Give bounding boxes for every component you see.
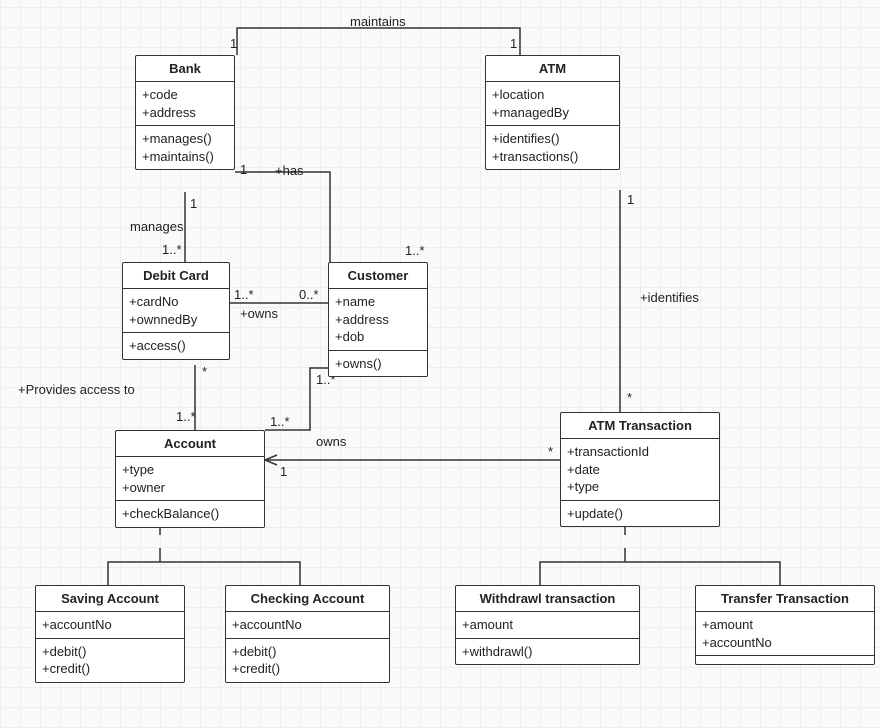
class-attr: +owner — [122, 479, 258, 497]
class-atm-transaction: ATM Transaction +transactionId +date +ty… — [560, 412, 720, 527]
class-title: Debit Card — [123, 263, 229, 289]
class-attr: +code — [142, 86, 228, 104]
class-attr: +address — [335, 311, 421, 329]
class-title: Bank — [136, 56, 234, 82]
class-attr: +amount — [462, 616, 633, 634]
class-attr: +type — [567, 478, 713, 496]
class-methods: +withdrawl() — [456, 639, 639, 665]
mult-cust-acct-bottom: 1..* — [270, 414, 290, 429]
class-attr: +managedBy — [492, 104, 613, 122]
class-attr: +ownnedBy — [129, 311, 223, 329]
class-attr: +address — [142, 104, 228, 122]
class-saving-account: Saving Account +accountNo +debit() +cred… — [35, 585, 185, 683]
class-attributes: +cardNo +ownnedBy — [123, 289, 229, 333]
class-checking-account: Checking Account +accountNo +debit() +cr… — [225, 585, 390, 683]
class-methods — [696, 656, 874, 664]
mult-bank-atm-left: 1 — [230, 36, 237, 51]
class-methods: +debit() +credit() — [226, 639, 389, 682]
rel-label-owns-ca: owns — [316, 434, 346, 449]
class-atm: ATM +location +managedBy +identifies() +… — [485, 55, 620, 170]
class-attr: +type — [122, 461, 258, 479]
rel-label-has: +has — [275, 163, 304, 178]
class-attributes: +accountNo — [226, 612, 389, 639]
class-title: Customer — [329, 263, 427, 289]
class-attributes: +accountNo — [36, 612, 184, 639]
class-method: +update() — [567, 505, 713, 523]
class-attr: +transactionId — [567, 443, 713, 461]
class-methods: +owns() — [329, 351, 427, 377]
class-account: Account +type +owner +checkBalance() — [115, 430, 265, 528]
class-method: +debit() — [232, 643, 383, 661]
rel-label-owns-dc: +owns — [240, 306, 278, 321]
class-methods: +identifies() +transactions() — [486, 126, 619, 169]
class-customer: Customer +name +address +dob +owns() — [328, 262, 428, 377]
class-method: +debit() — [42, 643, 178, 661]
class-methods: +update() — [561, 501, 719, 527]
class-method: +transactions() — [492, 148, 613, 166]
uml-class-diagram: maintains 1 1 1 manages 1..* 1 +has 1..*… — [0, 0, 880, 728]
class-attributes: +amount — [456, 612, 639, 639]
class-methods: +checkBalance() — [116, 501, 264, 527]
class-title: Withdrawl transaction — [456, 586, 639, 612]
class-method: +access() — [129, 337, 223, 355]
class-methods: +access() — [123, 333, 229, 359]
class-attr: +cardNo — [129, 293, 223, 311]
mult-bank-cust-bottom: 1..* — [405, 243, 425, 258]
class-method: +credit() — [232, 660, 383, 678]
mult-debit-cust-left: 1..* — [234, 287, 254, 302]
class-attributes: +code +address — [136, 82, 234, 126]
class-method: +checkBalance() — [122, 505, 258, 523]
class-attributes: +type +owner — [116, 457, 264, 501]
class-methods: +manages() +maintains() — [136, 126, 234, 169]
class-attributes: +location +managedBy — [486, 82, 619, 126]
class-debit-card: Debit Card +cardNo +ownnedBy +access() — [122, 262, 230, 360]
class-attributes: +amount +accountNo — [696, 612, 874, 656]
class-attr: +accountNo — [42, 616, 178, 634]
class-method: +owns() — [335, 355, 421, 373]
class-method: +manages() — [142, 130, 228, 148]
class-method: +credit() — [42, 660, 178, 678]
rel-label-maintains: maintains — [350, 14, 406, 29]
rel-label-provides: +Provides access to — [18, 382, 135, 397]
mult-bank-debit-top: 1 — [190, 196, 197, 211]
class-title: Account — [116, 431, 264, 457]
mult-debit-acct-bottom: 1..* — [176, 409, 196, 424]
class-attributes: +transactionId +date +type — [561, 439, 719, 501]
mult-debit-acct-top: * — [202, 364, 207, 379]
class-attr: +accountNo — [232, 616, 383, 634]
mult-atm-atrx-top: 1 — [627, 192, 634, 207]
class-attr: +amount — [702, 616, 868, 634]
class-method: +maintains() — [142, 148, 228, 166]
class-attr: +name — [335, 293, 421, 311]
class-title: ATM — [486, 56, 619, 82]
rel-label-manages: manages — [130, 219, 183, 234]
rel-label-identifies: +identifies — [640, 290, 699, 305]
class-attributes: +name +address +dob — [329, 289, 427, 351]
mult-atm-atrx-bottom: * — [627, 390, 632, 405]
class-bank: Bank +code +address +manages() +maintain… — [135, 55, 235, 170]
mult-acct-atrx-left: 1 — [280, 464, 287, 479]
mult-debit-cust-right: 0..* — [299, 287, 319, 302]
class-title: Transfer Transaction — [696, 586, 874, 612]
class-transfer-transaction: Transfer Transaction +amount +accountNo — [695, 585, 875, 665]
class-method: +withdrawl() — [462, 643, 633, 661]
class-title: Checking Account — [226, 586, 389, 612]
class-attr: +location — [492, 86, 613, 104]
class-attr: +date — [567, 461, 713, 479]
class-withdrawl-transaction: Withdrawl transaction +amount +withdrawl… — [455, 585, 640, 665]
class-title: Saving Account — [36, 586, 184, 612]
class-attr: +dob — [335, 328, 421, 346]
mult-bank-debit-bottom: 1..* — [162, 242, 182, 257]
class-title: ATM Transaction — [561, 413, 719, 439]
class-method: +identifies() — [492, 130, 613, 148]
class-attr: +accountNo — [702, 634, 868, 652]
class-methods: +debit() +credit() — [36, 639, 184, 682]
mult-acct-atrx-right: * — [548, 444, 553, 459]
mult-bank-atm-right: 1 — [510, 36, 517, 51]
mult-bank-cust-top: 1 — [240, 162, 247, 177]
